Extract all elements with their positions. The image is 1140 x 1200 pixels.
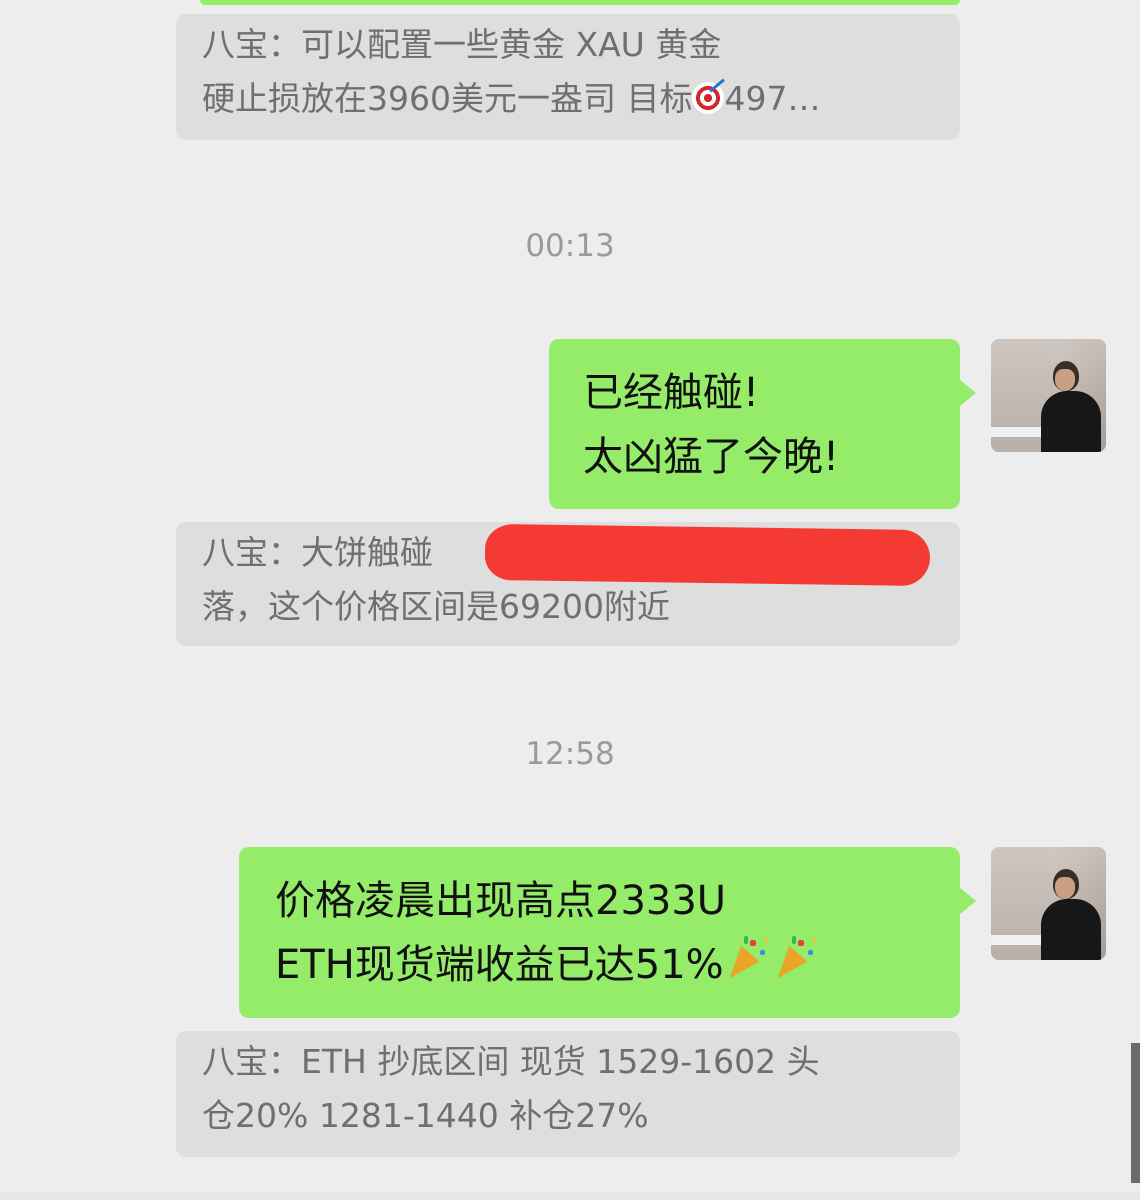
message-line: 太凶猛了今晚! [583, 434, 840, 480]
avatar-face [1055, 369, 1075, 391]
scrollbar[interactable] [1131, 1043, 1140, 1183]
message-line: ETH现货端收益已达51% [275, 933, 924, 997]
quoted-message-gold[interactable]: 八宝：可以配置一些黄金 XAU 黄金 硬止损放在3960美元一盎司 目标 497… [176, 14, 960, 140]
party-popper-icon [768, 936, 820, 986]
user-avatar[interactable] [991, 847, 1106, 960]
previous-outgoing-bubble[interactable] [200, 0, 960, 5]
target-icon [692, 82, 725, 114]
avatar-body [1041, 391, 1101, 452]
quote-line: 落，这个价格区间是69200附近 [202, 587, 670, 626]
red-redaction-mark [484, 523, 931, 587]
quote-line: 硬止损放在3960美元一盎司 目标 497… [202, 72, 934, 126]
quote-line-text: 硬止损放在3960美元一盎司 目标 [202, 79, 693, 118]
message-line: 价格凌晨出现高点2333U [275, 878, 727, 924]
bottom-divider [0, 1192, 1140, 1200]
avatar-body [1041, 899, 1101, 960]
quote-line: 八宝：可以配置一些黄金 XAU 黄金 [202, 25, 722, 64]
message-line-text: ETH现货端收益已达51% [275, 942, 724, 988]
timestamp: 00:13 [525, 228, 615, 264]
outgoing-message-bubble[interactable]: 已经触碰! 太凶猛了今晚! [549, 339, 976, 509]
quote-line: 八宝：ETH 抄底区间 现货 1529-1602 头 [202, 1042, 820, 1081]
avatar-face [1055, 877, 1075, 899]
party-popper-icon [720, 936, 772, 986]
quote-line: 仓20% 1281-1440 补仓27% [202, 1096, 649, 1135]
outgoing-message-bubble[interactable]: 价格凌晨出现高点2333U ETH现货端收益已达51% [239, 847, 976, 1018]
quote-line-tail: 497… [724, 79, 821, 118]
chat-window[interactable]: 八宝：可以配置一些黄金 XAU 黄金 硬止损放在3960美元一盎司 目标 497…… [0, 0, 1140, 1200]
user-avatar[interactable] [991, 339, 1106, 452]
quoted-message-eth[interactable]: 八宝：ETH 抄底区间 现货 1529-1602 头 仓20% 1281-144… [176, 1031, 960, 1157]
timestamp: 12:58 [525, 736, 615, 772]
message-line: 已经触碰! [583, 370, 760, 416]
